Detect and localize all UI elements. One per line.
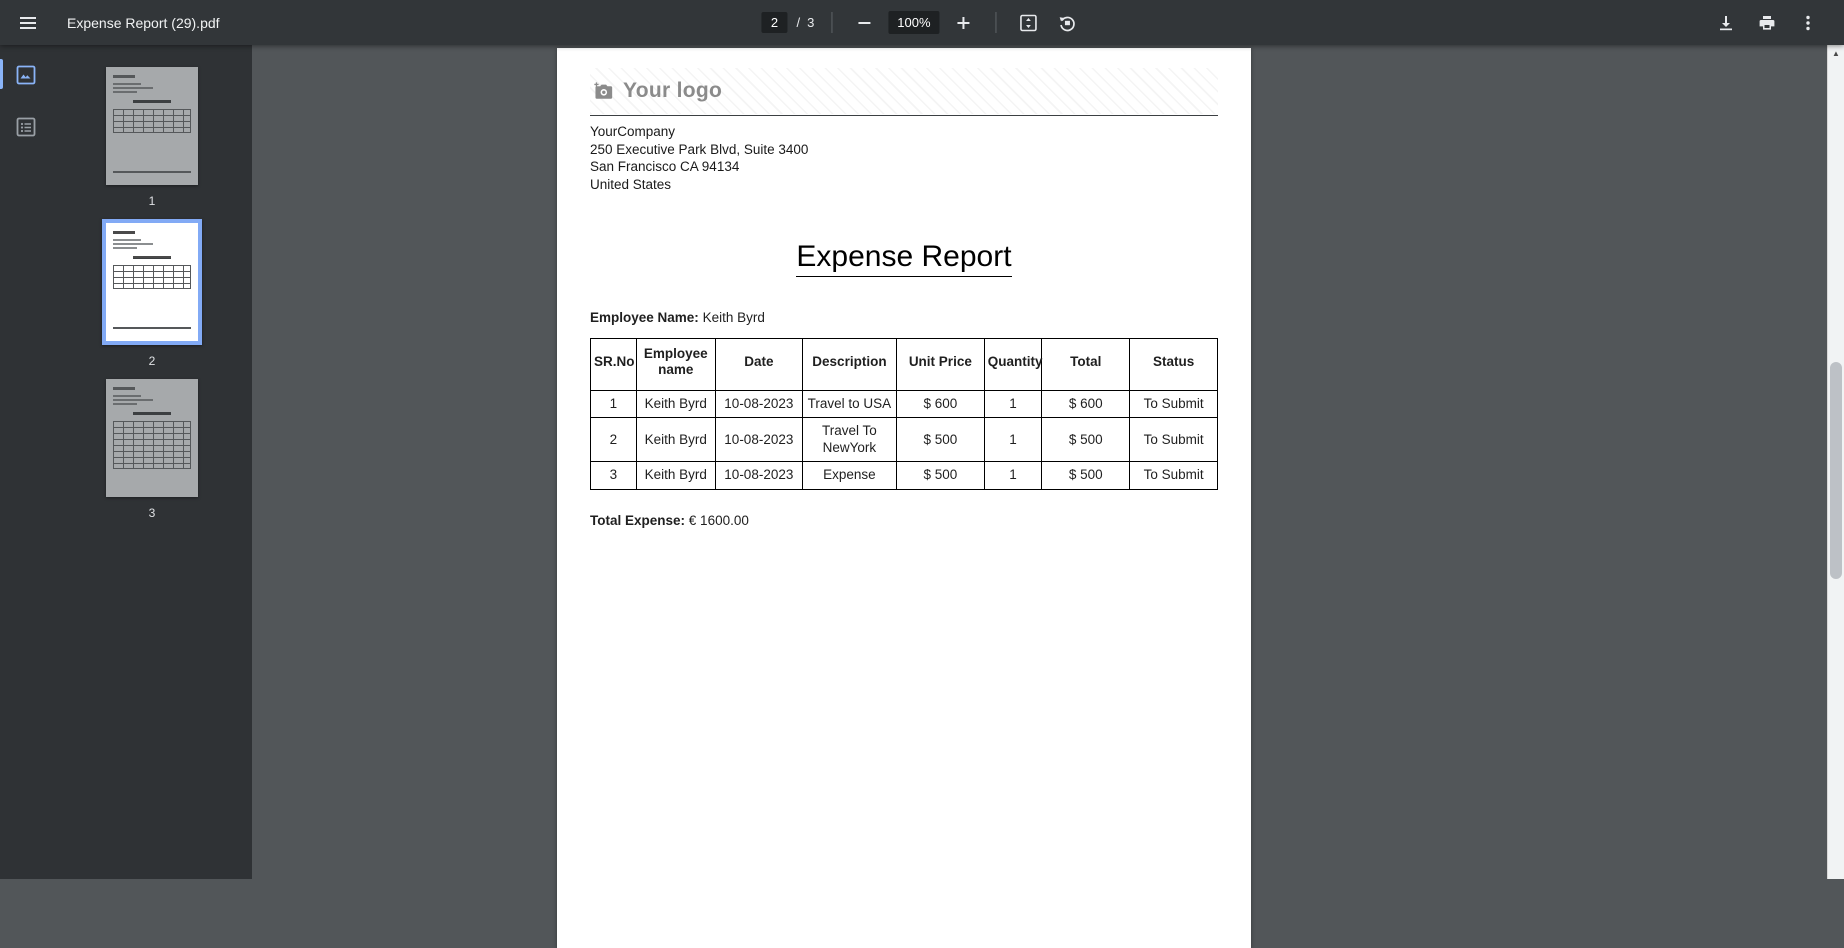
table-cell: 1	[984, 418, 1042, 462]
rotate-counterclockwise-icon[interactable]	[1053, 8, 1083, 38]
column-header: Description	[802, 339, 896, 391]
company-address-line1: 250 Executive Park Blvd, Suite 3400	[590, 141, 1218, 159]
camera-icon	[593, 82, 613, 100]
logo-text: Your logo	[623, 79, 722, 103]
table-cell: 10-08-2023	[715, 462, 802, 489]
thumbnail-preview	[106, 67, 198, 181]
table-cell: Travel to USA	[802, 390, 896, 417]
zoom-in-icon[interactable]	[949, 8, 979, 38]
thumbnail-preview	[106, 223, 198, 337]
table-row: 1Keith Byrd10-08-2023Travel to USA$ 6001…	[591, 390, 1218, 417]
thumbnail-page-number: 1	[149, 194, 156, 208]
table-cell: To Submit	[1130, 418, 1218, 462]
vertical-scrollbar[interactable]: ▲	[1827, 45, 1844, 879]
thumbnail-page-2[interactable]	[102, 219, 202, 345]
logo-placeholder: Your logo	[590, 68, 1218, 114]
table-cell: Expense	[802, 462, 896, 489]
page-separator: /	[796, 15, 800, 30]
expense-table-header-row: SR.NoEmployee nameDateDescriptionUnit Pr…	[591, 339, 1218, 391]
toolbar-divider	[831, 12, 832, 33]
table-cell: 1	[984, 390, 1042, 417]
thumbnail-panel: 1 2 3	[52, 45, 252, 879]
total-expense-value: € 1600.00	[689, 513, 749, 528]
page-count: 3	[807, 15, 814, 30]
menu-icon[interactable]	[13, 8, 43, 38]
thumbnail-page-3[interactable]	[106, 379, 198, 497]
table-cell: $ 500	[896, 462, 984, 489]
table-cell: Travel To NewYork	[802, 418, 896, 462]
column-header: Total	[1042, 339, 1130, 391]
table-cell: Keith Byrd	[636, 390, 715, 417]
company-name: YourCompany	[590, 123, 1218, 141]
employee-name-line: Employee Name: Keith Byrd	[590, 310, 1218, 325]
company-address-line2: San Francisco CA 94134	[590, 158, 1218, 176]
employee-name-value: Keith Byrd	[703, 310, 765, 325]
thumbnail-preview	[106, 379, 198, 477]
scrollbar-thumb[interactable]	[1830, 362, 1842, 579]
header-rule	[590, 115, 1218, 116]
column-header: Status	[1130, 339, 1218, 391]
zoom-out-icon[interactable]	[849, 8, 879, 38]
company-address-line3: United States	[590, 176, 1218, 194]
fit-to-page-icon[interactable]	[1014, 8, 1044, 38]
table-cell: $ 500	[1042, 418, 1130, 462]
expense-table: SR.NoEmployee nameDateDescriptionUnit Pr…	[590, 338, 1218, 490]
table-cell: To Submit	[1130, 462, 1218, 489]
column-header: Quantity	[984, 339, 1042, 391]
total-expense-line: Total Expense: € 1600.00	[590, 513, 1218, 528]
table-row: 2Keith Byrd10-08-2023Travel To NewYork$ …	[591, 418, 1218, 462]
pdf-viewport[interactable]: Your logo YourCompany 250 Executive Park…	[252, 45, 1827, 879]
column-header: Date	[715, 339, 802, 391]
column-header: Employee name	[636, 339, 715, 391]
total-expense-label: Total Expense:	[590, 513, 685, 528]
table-cell: 1	[984, 462, 1042, 489]
document-title: Expense Report (29).pdf	[67, 15, 220, 31]
toolbar-divider	[996, 12, 997, 33]
thumbnails-view-icon[interactable]	[11, 60, 41, 90]
column-header: SR.No	[591, 339, 637, 391]
download-icon[interactable]	[1711, 8, 1741, 38]
column-header: Unit Price	[896, 339, 984, 391]
table-cell: 10-08-2023	[715, 418, 802, 462]
thumbnail-page-1[interactable]	[106, 67, 198, 185]
scroll-up-icon[interactable]: ▲	[1828, 45, 1844, 62]
sidebar: 1 2 3	[0, 45, 252, 879]
more-options-icon[interactable]	[1793, 8, 1823, 38]
table-cell: 3	[591, 462, 637, 489]
table-cell: Keith Byrd	[636, 462, 715, 489]
page-number-input[interactable]	[761, 12, 787, 33]
table-cell: 10-08-2023	[715, 390, 802, 417]
pdf-toolbar: Expense Report (29).pdf / 3 100%	[0, 0, 1844, 45]
thumbnail-page-number: 3	[149, 506, 156, 520]
table-row: 3Keith Byrd10-08-2023Expense$ 5001$ 500T…	[591, 462, 1218, 489]
document-outline-icon[interactable]	[11, 112, 41, 142]
report-title: Expense Report	[590, 240, 1218, 274]
zoom-level[interactable]: 100%	[888, 11, 939, 34]
table-cell: 2	[591, 418, 637, 462]
pdf-page: Your logo YourCompany 250 Executive Park…	[557, 48, 1251, 948]
table-cell: $ 600	[896, 390, 984, 417]
table-cell: $ 600	[1042, 390, 1130, 417]
thumbnail-page-number: 2	[149, 354, 156, 368]
table-cell: $ 500	[1042, 462, 1130, 489]
employee-name-label: Employee Name:	[590, 310, 699, 325]
table-cell: Keith Byrd	[636, 418, 715, 462]
table-cell: $ 500	[896, 418, 984, 462]
table-cell: To Submit	[1130, 390, 1218, 417]
sidebar-rail	[0, 45, 52, 879]
print-icon[interactable]	[1752, 8, 1782, 38]
table-cell: 1	[591, 390, 637, 417]
active-view-indicator	[0, 59, 3, 89]
